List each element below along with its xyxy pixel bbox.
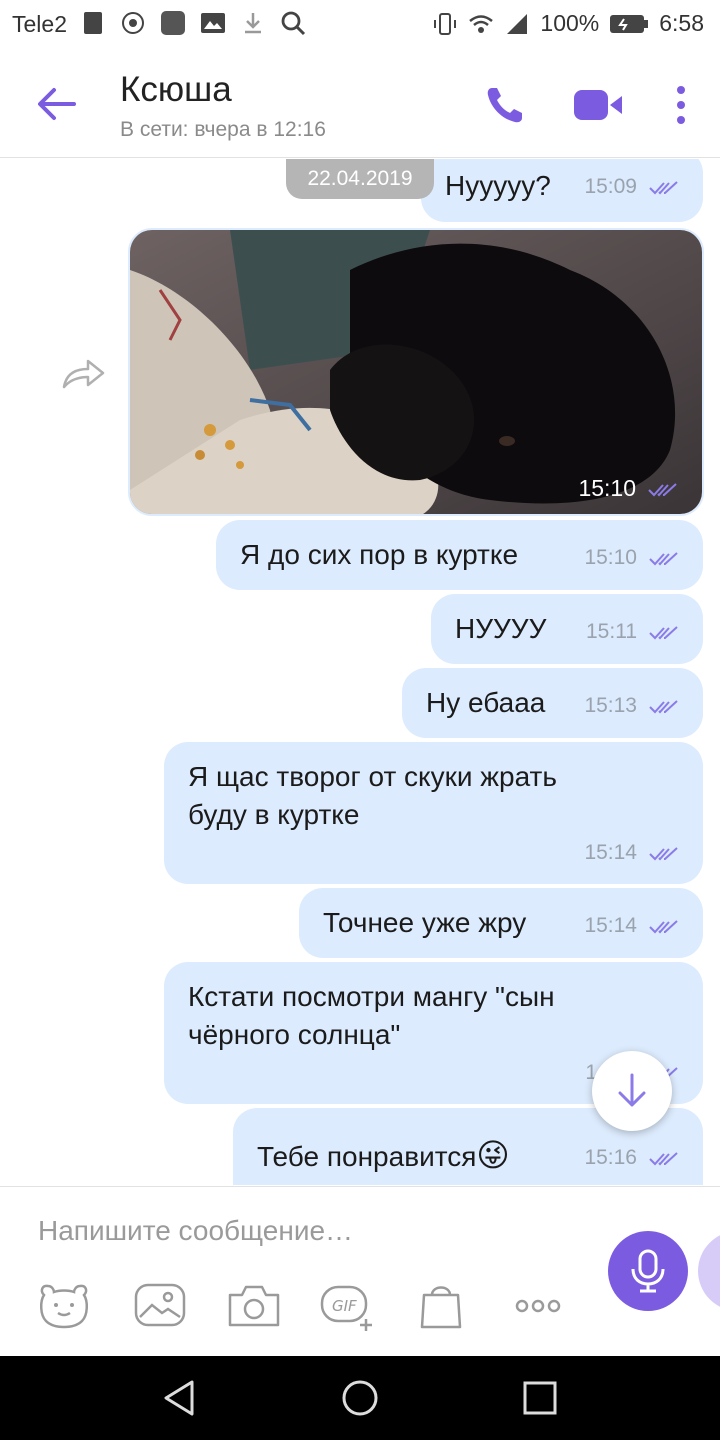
message-text-line: Я щас творог от скуки жрать <box>188 761 557 792</box>
message-time: 15:09 <box>584 175 637 198</box>
message-time: 15:10 <box>584 546 637 569</box>
message-text: Я до сих пор в куртке <box>240 539 519 570</box>
message-bubble[interactable]: Ну ебааа 15:13 <box>402 668 703 738</box>
read-ticks-icon <box>649 626 678 640</box>
scroll-to-bottom-button[interactable] <box>592 1051 672 1131</box>
message-bubble[interactable]: Точнее уже жру 15:14 <box>299 888 703 958</box>
more-options-icon[interactable] <box>656 80 706 130</box>
vibrate-icon <box>434 12 457 35</box>
message-time: 15:10 <box>578 475 636 501</box>
video-call-icon[interactable] <box>572 80 622 130</box>
chat-screen: Tele2 100% 6:58 Ксюша В сети: вчера в 12… <box>0 0 720 1440</box>
read-ticks-icon <box>649 847 678 861</box>
message-text: Нууууу? <box>445 170 551 201</box>
read-ticks-icon <box>649 920 678 934</box>
message-text: Кстати посмотри мангу "сын чёрного солнц… <box>188 978 555 1054</box>
secondary-action-button[interactable] <box>698 1231 720 1311</box>
message-text: Я щас творог от скуки жрать буду в куртк… <box>188 758 557 834</box>
status-icons-right: 100% 6:58 <box>432 10 704 37</box>
message-text: Ну ебааа <box>426 687 546 718</box>
gallery-icon <box>201 13 225 33</box>
read-ticks-icon <box>649 181 678 195</box>
message-time: 15:14 <box>584 841 637 864</box>
message-time: 15:11 <box>586 620 637 643</box>
gif-icon[interactable]: GIF <box>320 1281 376 1331</box>
photo-image <box>130 230 702 514</box>
app-icon <box>161 11 185 35</box>
message-time: 15:16 <box>584 1146 637 1169</box>
message-bubble[interactable]: Я до сих пор в куртке 15:10 <box>216 520 703 590</box>
read-ticks-icon <box>648 483 677 497</box>
message-text: НУУУУ <box>455 613 547 644</box>
message-composer: Напишите сообщение… GIF <box>0 1186 720 1356</box>
battery-percent: 100% <box>540 10 600 36</box>
chat-header: Ксюша В сети: вчера в 12:16 <box>0 50 720 158</box>
message-text: Тебе понравится😜 <box>257 1136 510 1176</box>
read-ticks-icon <box>649 552 678 566</box>
back-arrow-icon[interactable] <box>34 82 78 126</box>
svg-text:GIF: GIF <box>332 1297 357 1315</box>
message-input[interactable]: Напишите сообщение… <box>38 1215 353 1247</box>
message-text-line: чёрного солнца" <box>188 1019 401 1050</box>
message-list[interactable]: Нууууу? 15:09 22.04.2019 15:10 Я до сих … <box>0 159 720 1185</box>
battery-icon <box>610 14 649 33</box>
message-text: Точнее уже жру <box>323 907 527 938</box>
sticker-icon[interactable] <box>36 1281 92 1331</box>
signal-icon <box>507 13 528 34</box>
more-dots-icon[interactable] <box>510 1281 566 1331</box>
message-text-line: буду в куртке <box>188 799 360 830</box>
wifi-icon <box>469 14 494 33</box>
nav-home-icon[interactable] <box>340 1378 380 1418</box>
share-forward-icon[interactable] <box>60 355 106 391</box>
message-bubble[interactable]: НУУУУ 15:11 <box>431 594 703 664</box>
nav-back-icon[interactable] <box>160 1378 200 1418</box>
gallery-icon[interactable] <box>132 1281 188 1331</box>
phone-call-icon[interactable] <box>480 80 530 130</box>
shopping-bag-icon[interactable] <box>414 1281 470 1331</box>
clock: 6:58 <box>659 10 704 36</box>
message-bubble[interactable]: Я щас творог от скуки жрать буду в куртк… <box>164 742 703 884</box>
nav-recents-icon[interactable] <box>520 1378 560 1418</box>
search-icon <box>281 11 306 36</box>
photo-message[interactable]: 15:10 <box>128 228 704 516</box>
message-bubble[interactable]: Нууууу? 15:09 <box>421 159 703 222</box>
microphone-icon <box>631 1249 665 1293</box>
read-ticks-icon <box>649 700 678 714</box>
arrow-down-icon <box>618 1073 646 1107</box>
read-ticks-icon <box>649 1152 678 1166</box>
camera-icon[interactable] <box>226 1281 282 1331</box>
contact-name[interactable]: Ксюша <box>120 70 232 110</box>
status-icons-left <box>80 10 306 36</box>
carrier-label: Tele2 <box>12 11 67 37</box>
download-icon <box>245 13 261 34</box>
message-text-content: Тебе понравится <box>257 1141 477 1172</box>
date-chip: 22.04.2019 <box>286 159 434 199</box>
hotspot-icon <box>122 12 144 34</box>
message-time: 15:14 <box>584 914 637 937</box>
status-bar: Tele2 100% 6:58 <box>0 0 720 50</box>
sim-icon <box>84 12 102 34</box>
wink-emoji: 😜 <box>476 1137 510 1173</box>
system-nav-bar <box>0 1356 720 1440</box>
voice-message-button[interactable] <box>608 1231 688 1311</box>
message-text-line: Кстати посмотри мангу "сын <box>188 981 555 1012</box>
contact-status: В сети: вчера в 12:16 <box>120 118 326 141</box>
message-time: 15:13 <box>584 694 637 717</box>
